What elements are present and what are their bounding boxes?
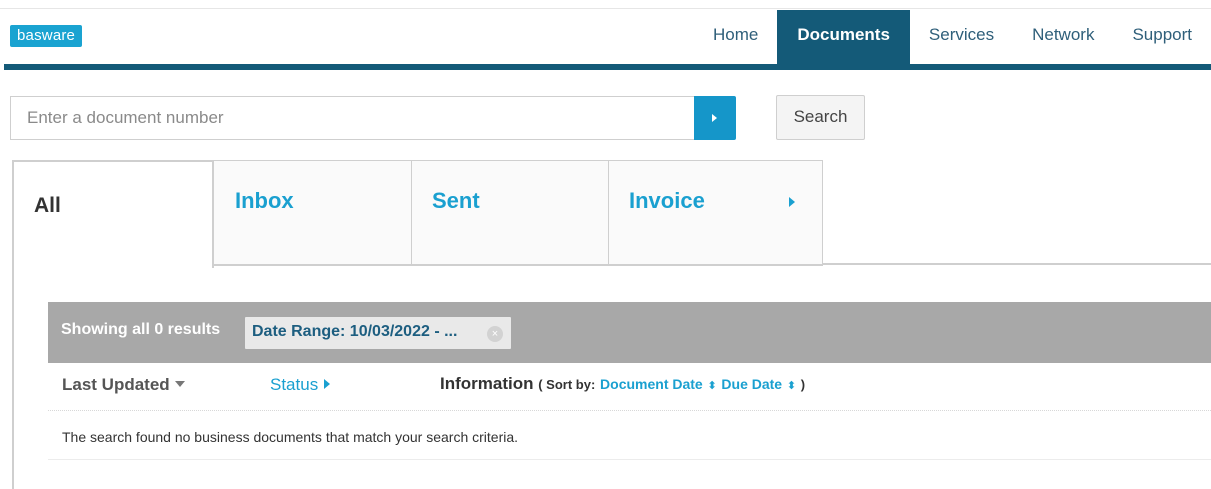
nav-network[interactable]: Network	[1013, 10, 1113, 65]
top-header: basware Home Documents Services Network …	[0, 0, 1211, 70]
search-options-button[interactable]	[694, 96, 736, 140]
sort-updown-icon[interactable]: ⬍	[787, 380, 796, 392]
nav-services[interactable]: Services	[910, 10, 1013, 65]
sort-updown-icon[interactable]: ⬍	[707, 380, 716, 392]
results-count: Showing all 0 results	[61, 321, 221, 338]
last-updated-label: Last Updated	[62, 375, 170, 394]
basware-logo[interactable]: basware	[10, 25, 83, 47]
header-top-divider	[0, 8, 1211, 9]
sort-last-updated[interactable]: Last Updated	[62, 375, 185, 395]
chevron-right-icon	[712, 114, 717, 122]
results-summary-bar: Showing all 0 results Date Range: 10/03/…	[48, 302, 1211, 363]
status-label: Status	[270, 375, 319, 394]
tab-invoice-label: Invoice	[629, 188, 705, 213]
document-tabs: Inbox Sent Invoice All	[12, 160, 1211, 268]
tabs-baseline	[822, 263, 1211, 265]
chevron-right-icon	[324, 379, 331, 389]
tab-all-label: All	[34, 194, 61, 217]
document-search	[10, 96, 736, 140]
main-nav: Home Documents Services Network Support	[697, 10, 1211, 65]
tab-sent-label: Sent	[432, 188, 480, 213]
header-accent-bar	[4, 64, 1211, 70]
close-icon[interactable]: ×	[487, 326, 503, 342]
tab-invoice[interactable]: Invoice	[608, 160, 823, 266]
tab-all[interactable]: All	[12, 160, 214, 268]
sort-due-date[interactable]: Due Date	[721, 376, 782, 392]
information-column: Information ( Sort by: Document Date ⬍ D…	[440, 374, 805, 394]
date-range-filter-chip[interactable]: Date Range: 10/03/2022 - ... ×	[245, 317, 511, 349]
document-number-input[interactable]	[10, 96, 694, 140]
chevron-right-icon[interactable]	[789, 197, 795, 207]
nav-support[interactable]: Support	[1113, 10, 1211, 65]
tab-sent[interactable]: Sent	[411, 160, 609, 266]
nav-home[interactable]: Home	[697, 10, 777, 65]
sort-by-close: )	[800, 377, 806, 392]
caret-down-icon	[174, 381, 185, 387]
sort-document-date[interactable]: Document Date	[600, 376, 703, 392]
results-column-header: Last Updated Status Information ( Sort b…	[48, 363, 1211, 411]
nav-documents[interactable]: Documents	[777, 10, 910, 65]
information-label: Information	[440, 374, 534, 393]
search-button[interactable]: Search	[776, 95, 865, 140]
sort-by-label: ( Sort by:	[538, 377, 596, 392]
empty-results-row: The search found no business documents t…	[48, 412, 1211, 460]
filter-chip-label: Date Range: 10/03/2022 - ...	[252, 323, 458, 340]
tab-inbox[interactable]: Inbox	[212, 160, 412, 266]
status-filter[interactable]: Status	[270, 375, 331, 395]
tab-inbox-label: Inbox	[235, 188, 294, 213]
empty-results-message: The search found no business documents t…	[62, 429, 519, 445]
content-frame-border	[12, 266, 14, 489]
